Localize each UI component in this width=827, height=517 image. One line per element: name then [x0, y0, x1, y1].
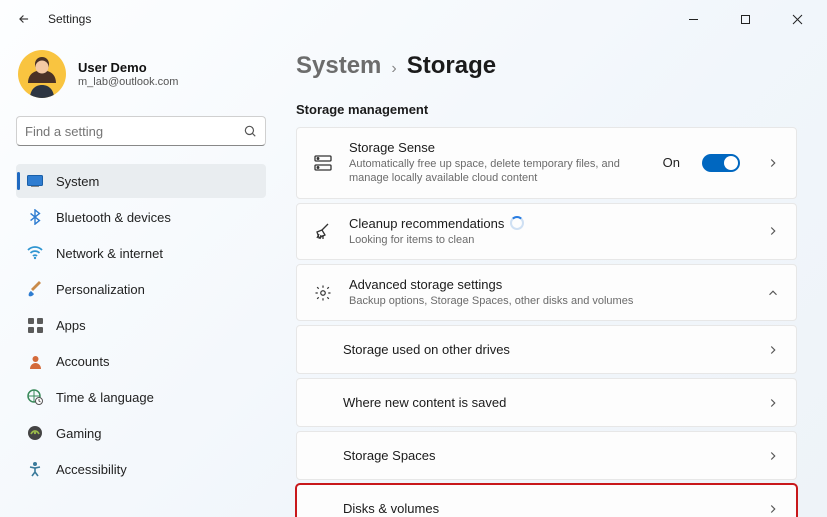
close-button[interactable] — [775, 4, 819, 34]
person-icon — [26, 352, 44, 370]
card-title: Storage used on other drives — [343, 342, 740, 357]
card-title: Where new content is saved — [343, 395, 740, 410]
toggle-state-label: On — [663, 155, 680, 170]
app-title: Settings — [48, 12, 91, 26]
sidebar-item-bluetooth[interactable]: Bluetooth & devices — [16, 200, 266, 234]
card-disks-volumes[interactable]: Disks & volumes — [296, 484, 797, 517]
card-subtitle: Backup options, Storage Spaces, other di… — [349, 294, 740, 308]
card-subtitle: Automatically free up space, delete temp… — [349, 157, 647, 186]
card-subtitle: Looking for items to clean — [349, 233, 740, 247]
sidebar-item-time-language[interactable]: Time & language — [16, 380, 266, 414]
sidebar-item-gaming[interactable]: Gaming — [16, 416, 266, 450]
maximize-icon — [740, 14, 751, 25]
sidebar-item-system[interactable]: System — [16, 164, 266, 198]
system-icon — [26, 172, 44, 190]
breadcrumb-parent[interactable]: System — [296, 52, 381, 80]
sidebar-item-label: System — [56, 174, 99, 189]
sidebar-item-personalization[interactable]: Personalization — [16, 272, 266, 306]
card-list: Storage Sense Automatically free up spac… — [296, 127, 797, 517]
maximize-button[interactable] — [723, 4, 767, 34]
card-advanced-storage[interactable]: Advanced storage settings Backup options… — [296, 264, 797, 321]
breadcrumb: System › Storage — [296, 52, 797, 80]
card-title: Storage Spaces — [343, 448, 740, 463]
close-icon — [792, 14, 803, 25]
sidebar-item-label: Gaming — [56, 426, 102, 441]
sidebar-item-label: Network & internet — [56, 246, 163, 261]
globe-clock-icon — [26, 388, 44, 406]
broom-icon — [313, 221, 333, 241]
avatar — [18, 50, 66, 98]
sidebar-item-label: Apps — [56, 318, 86, 333]
back-button[interactable] — [8, 3, 40, 35]
titlebar: Settings — [0, 0, 827, 38]
search-box[interactable] — [16, 116, 266, 146]
card-title: Advanced storage settings — [349, 277, 740, 292]
user-email: m_lab@outlook.com — [78, 76, 178, 88]
wifi-icon — [26, 244, 44, 262]
page-title: Storage — [407, 52, 496, 80]
bluetooth-icon — [26, 208, 44, 226]
user-profile[interactable]: User Demo m_lab@outlook.com — [16, 44, 266, 116]
apps-icon — [26, 316, 44, 334]
chevron-right-icon — [766, 396, 780, 410]
card-cleanup[interactable]: Cleanup recommendations Looking for item… — [296, 203, 797, 260]
accessibility-icon — [26, 460, 44, 478]
user-name: User Demo — [78, 60, 178, 75]
sidebar-item-accounts[interactable]: Accounts — [16, 344, 266, 378]
card-storage-spaces[interactable]: Storage Spaces — [296, 431, 797, 480]
chevron-right-icon — [766, 449, 780, 463]
storage-sense-toggle[interactable] — [702, 154, 740, 172]
gear-icon — [313, 283, 333, 303]
minimize-icon — [688, 14, 699, 25]
card-new-content-saved[interactable]: Where new content is saved — [296, 378, 797, 427]
sidebar-item-label: Bluetooth & devices — [56, 210, 171, 225]
sidebar-item-apps[interactable]: Apps — [16, 308, 266, 342]
chevron-up-icon — [766, 286, 780, 300]
nav-list: System Bluetooth & devices Network & int… — [16, 164, 266, 486]
chevron-right-icon — [766, 224, 780, 238]
chevron-right-icon — [766, 156, 780, 170]
arrow-left-icon — [17, 12, 31, 26]
section-title: Storage management — [296, 102, 797, 117]
search-icon — [243, 124, 257, 138]
card-title: Storage Sense — [349, 140, 647, 155]
card-title: Disks & volumes — [343, 501, 740, 516]
sidebar-item-network[interactable]: Network & internet — [16, 236, 266, 270]
minimize-button[interactable] — [671, 4, 715, 34]
sidebar-item-label: Accounts — [56, 354, 109, 369]
main-content: System › Storage Storage management Stor… — [278, 38, 827, 517]
search-input[interactable] — [25, 124, 243, 139]
chevron-right-icon — [766, 343, 780, 357]
card-storage-sense[interactable]: Storage Sense Automatically free up spac… — [296, 127, 797, 199]
sidebar-item-label: Accessibility — [56, 462, 127, 477]
gaming-icon — [26, 424, 44, 442]
chevron-right-icon: › — [391, 60, 396, 78]
storage-sense-icon — [313, 153, 333, 173]
loading-spinner-icon — [510, 216, 524, 230]
card-storage-other-drives[interactable]: Storage used on other drives — [296, 325, 797, 374]
chevron-right-icon — [766, 502, 780, 516]
brush-icon — [26, 280, 44, 298]
sidebar-item-accessibility[interactable]: Accessibility — [16, 452, 266, 486]
sidebar-item-label: Time & language — [56, 390, 154, 405]
sidebar-item-label: Personalization — [56, 282, 145, 297]
card-title: Cleanup recommendations — [349, 216, 504, 231]
sidebar: User Demo m_lab@outlook.com System Bluet… — [0, 38, 278, 517]
window-controls — [671, 4, 819, 34]
